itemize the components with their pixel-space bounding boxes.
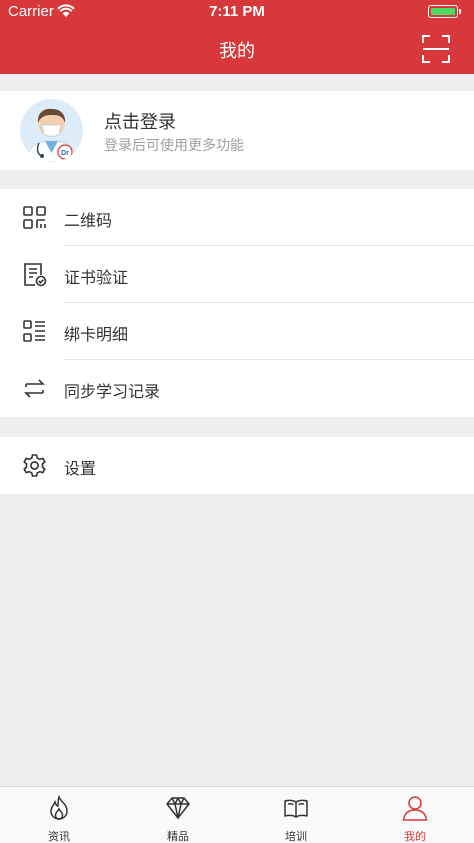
book-icon bbox=[284, 799, 308, 818]
login-subtitle: 登录后可使用更多功能 bbox=[104, 138, 244, 154]
sync-records-label: 同步学习记录 bbox=[64, 382, 161, 401]
scan-icon[interactable] bbox=[421, 34, 451, 64]
tab-mine[interactable]: 我的 bbox=[356, 787, 474, 843]
person-icon bbox=[402, 796, 428, 821]
tab-training-label: 培训 bbox=[285, 830, 307, 843]
qr-code-label: 二维码 bbox=[64, 211, 113, 230]
login-title[interactable]: 点击登录 bbox=[104, 108, 176, 134]
battery-cap bbox=[459, 9, 461, 14]
tab-news-label: 资讯 bbox=[48, 830, 70, 843]
tab-premium-label: 精品 bbox=[167, 830, 189, 843]
gear-icon bbox=[23, 454, 46, 477]
flame-icon bbox=[50, 795, 68, 820]
qr-code-icon bbox=[23, 206, 46, 229]
battery-fill bbox=[430, 7, 455, 15]
menu-item-sync-records[interactable]: 同步学习记录 bbox=[0, 360, 474, 417]
certificate-icon bbox=[24, 263, 47, 287]
card-details-label: 绑卡明细 bbox=[64, 325, 129, 344]
header: Carrier 7:11 PM 我的 bbox=[0, 0, 474, 74]
menu-item-qr-code[interactable]: 二维码 bbox=[0, 189, 474, 246]
menu-group-main: 二维码 证书验证 绑卡明细 同步学习记录 bbox=[0, 189, 474, 417]
menu-item-card-details[interactable]: 绑卡明细 bbox=[0, 303, 474, 360]
status-time: 7:11 PM bbox=[209, 3, 265, 20]
doctor-avatar: Dr bbox=[20, 99, 83, 162]
menu-item-cert-verify[interactable]: 证书验证 bbox=[0, 246, 474, 303]
tab-bar: 资讯 精品 培训 我的 bbox=[0, 786, 474, 843]
tab-training[interactable]: 培训 bbox=[237, 787, 355, 843]
sync-icon bbox=[24, 379, 45, 398]
settings-label: 设置 bbox=[64, 459, 97, 478]
diamond-icon bbox=[166, 797, 190, 819]
tab-news[interactable]: 资讯 bbox=[0, 787, 118, 843]
menu-group-settings: 设置 bbox=[0, 437, 474, 494]
tab-mine-label: 我的 bbox=[404, 830, 426, 843]
battery-icon bbox=[428, 5, 458, 18]
page-title: 我的 bbox=[219, 41, 255, 62]
cert-verify-label: 证书验证 bbox=[64, 268, 129, 287]
tab-premium[interactable]: 精品 bbox=[119, 787, 237, 843]
list-detail-icon bbox=[23, 320, 45, 342]
login-card[interactable]: Dr 点击登录 登录后可使用更多功能 bbox=[0, 91, 474, 170]
svg-text:Dr: Dr bbox=[61, 150, 69, 157]
menu-item-settings[interactable]: 设置 bbox=[0, 437, 474, 494]
status-bar: Carrier 7:11 PM bbox=[0, 0, 474, 24]
